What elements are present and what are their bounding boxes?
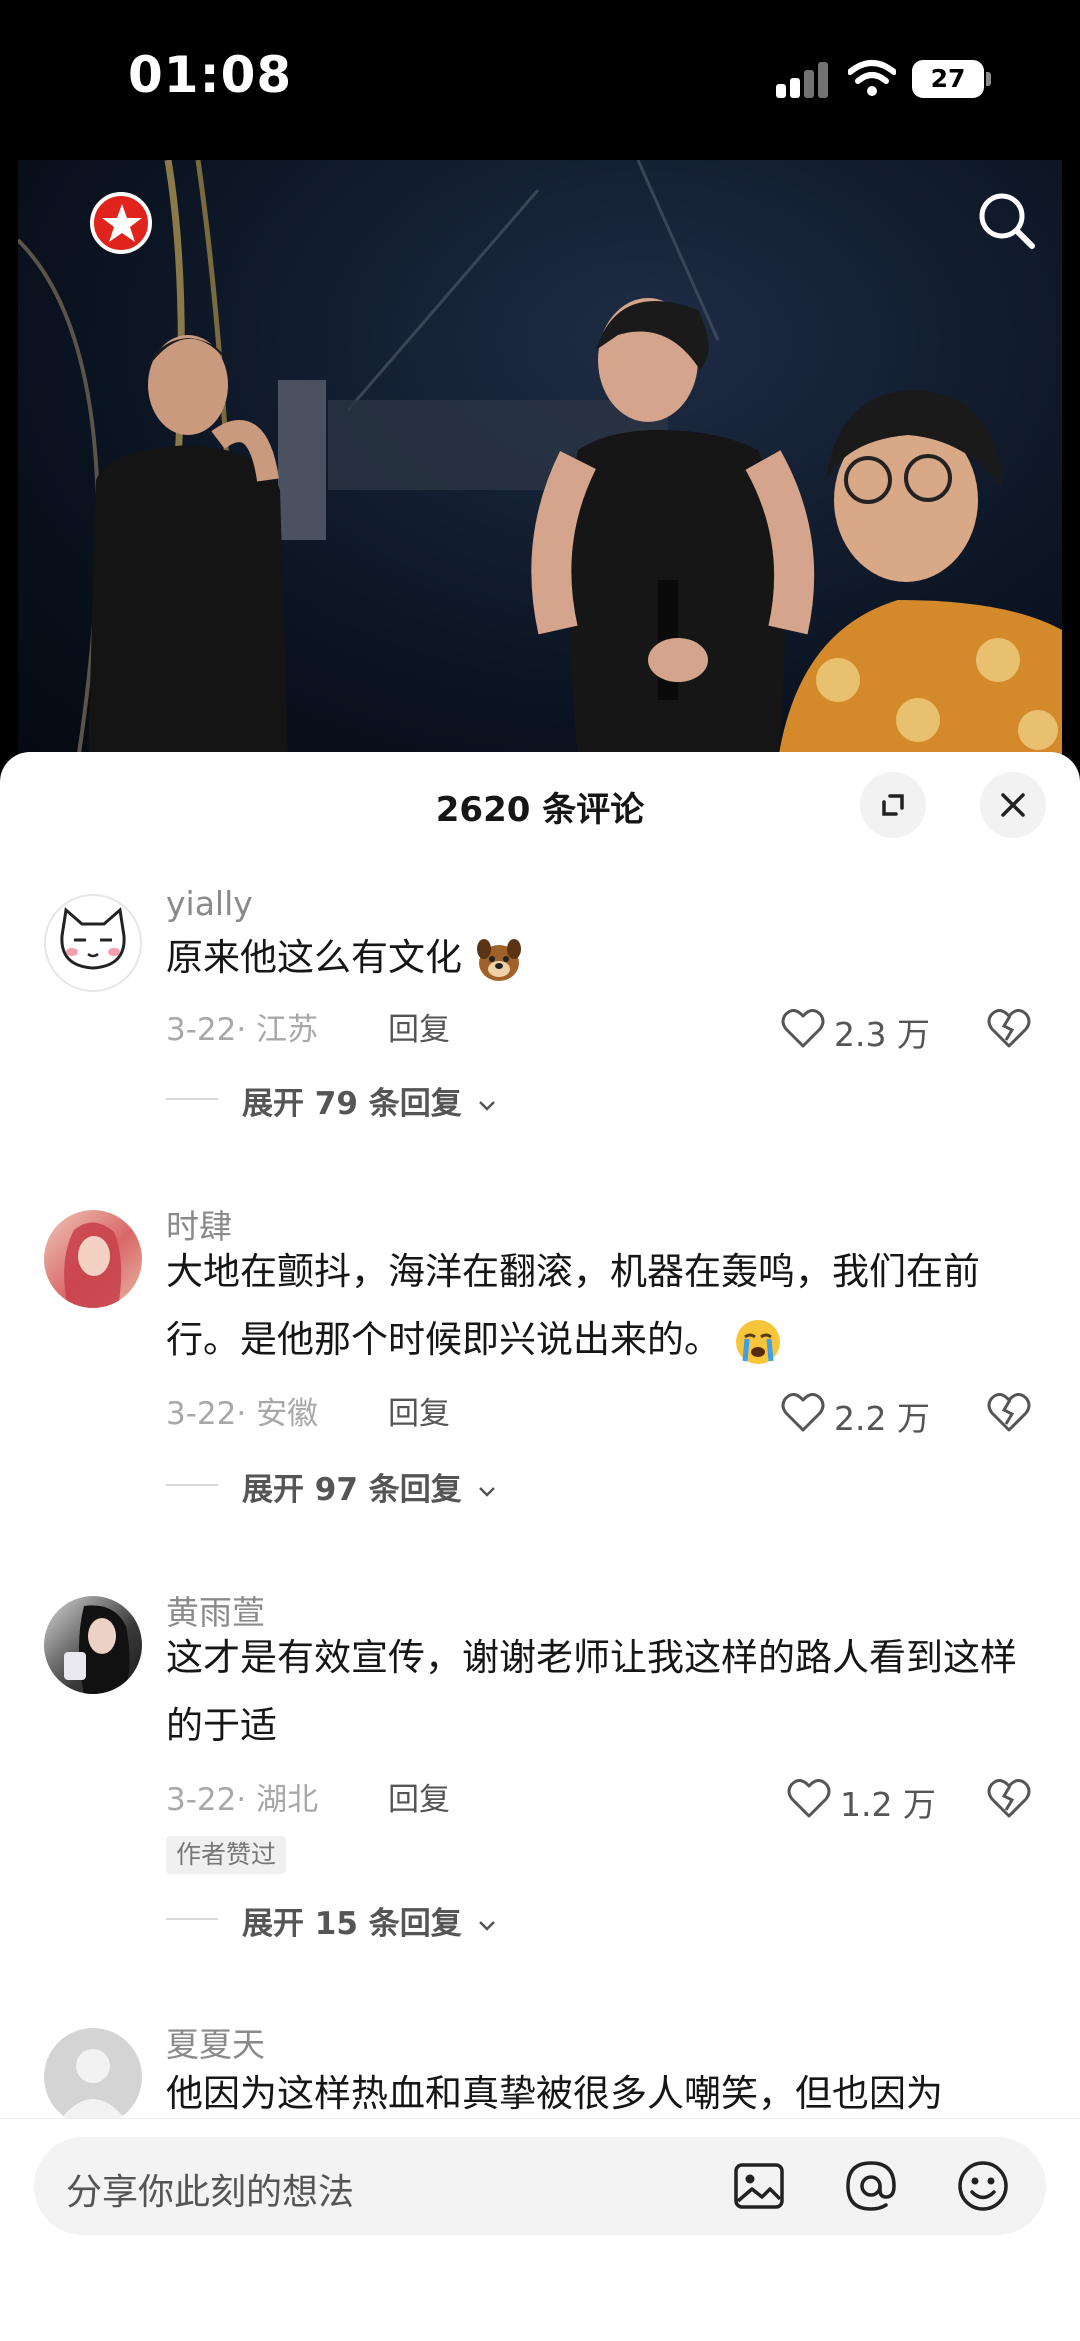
like-count: 2.2 万: [834, 1399, 930, 1438]
comment-text: 大地在颤抖，海洋在翻滚，机器在轰鸣，我们在前行。是他那个时候即兴说出来的。: [166, 1238, 1026, 1374]
comments-panel: 2620 条评论 yially 原来他这么有文化 3-22· 江苏 回复 2.3…: [0, 752, 1080, 2341]
like-count: 2.3 万: [834, 1015, 930, 1054]
crying-face-icon: [735, 1319, 780, 1364]
expand-replies-button[interactable]: 展开 15 条回复: [242, 1898, 497, 1943]
comment-date-location: 3-22· 安徽: [166, 1396, 319, 1432]
image-icon[interactable]: [728, 2155, 790, 2217]
comment-input[interactable]: 分享你此刻的想法: [34, 2137, 1046, 2235]
divider: [166, 1918, 218, 1920]
dislike-icon[interactable]: [986, 1776, 1032, 1820]
dislike-icon[interactable]: [986, 1006, 1032, 1050]
emoji-icon[interactable]: [952, 2155, 1014, 2217]
avatar[interactable]: [44, 894, 142, 992]
reply-button[interactable]: 回复: [388, 1388, 450, 1433]
heart-icon: [781, 1009, 825, 1048]
comment-date-location: 3-22· 湖北: [166, 1782, 319, 1818]
expand-replies-button[interactable]: 展开 97 条回复: [242, 1464, 497, 1509]
comment-item: 夏夏天 他因为这样热血和真挚被很多人嘲笑，但也因为: [0, 2018, 1080, 2128]
video-player[interactable]: [18, 160, 1062, 760]
comment-text: 这才是有效宣传，谢谢老师让我这样的路人看到这样的于适: [166, 1636, 1017, 1747]
search-icon[interactable]: [968, 182, 1048, 262]
comment-item: 时肆 大地在颤抖，海洋在翻滚，机器在轰鸣，我们在前行。是他那个时候即兴说出来的。…: [0, 1200, 1080, 1508]
comment-input-placeholder: 分享你此刻的想法: [66, 2172, 355, 2213]
comment-body: 原来他这么有文化: [166, 936, 462, 979]
default-avatar-icon: [60, 2049, 126, 2120]
chevron-down-icon: [478, 1100, 495, 1111]
chevron-down-icon: [478, 1920, 495, 1931]
comment-username[interactable]: 夏夏天: [166, 2018, 265, 2066]
heart-icon: [787, 1779, 831, 1818]
expand-replies-label: 展开 79 条回复: [242, 1086, 462, 1122]
wifi-icon: [848, 60, 896, 96]
status-bar: 01:08 27: [0, 0, 1080, 160]
comment-input-bar: 分享你此刻的想法: [0, 2118, 1080, 2341]
avatar[interactable]: [44, 1596, 142, 1694]
comment-item: yially 原来他这么有文化 3-22· 江苏 回复 2.3 万 展开 79 …: [0, 884, 1080, 1144]
comment-date-location: 3-22· 江苏: [166, 1012, 319, 1048]
comment-body: 大地在颤抖，海洋在翻滚，机器在轰鸣，我们在前行。是他那个时候即兴说出来的。: [166, 1250, 980, 1361]
expand-replies-label: 展开 15 条回复: [242, 1906, 462, 1942]
expand-replies-label: 展开 97 条回复: [242, 1472, 462, 1508]
comment-username[interactable]: yially: [166, 884, 253, 923]
reply-button[interactable]: 回复: [388, 1774, 450, 1819]
reply-button[interactable]: 回复: [388, 1004, 450, 1049]
dog-emoji-icon: [476, 938, 521, 981]
chevron-down-icon: [478, 1486, 495, 1497]
close-panel-button[interactable]: [980, 772, 1046, 838]
avatar[interactable]: [44, 2028, 142, 2126]
divider: [166, 1484, 218, 1486]
mention-icon[interactable]: [840, 2155, 902, 2217]
avatar[interactable]: [44, 1210, 142, 1308]
author-liked-badge: 作者赞过: [166, 1836, 287, 1874]
like-count: 1.2 万: [840, 1785, 936, 1824]
close-icon: [1001, 793, 1025, 817]
expand-replies-button[interactable]: 展开 79 条回复: [242, 1078, 497, 1123]
expand-panel-button[interactable]: [860, 772, 926, 838]
cellular-signal-icon: [776, 62, 836, 98]
comment-text: 原来他这么有文化: [166, 924, 1026, 992]
heart-icon: [781, 1393, 825, 1432]
status-time: 01:08: [128, 46, 293, 104]
dislike-icon[interactable]: [986, 1390, 1032, 1434]
battery-tip: [986, 72, 991, 86]
battery-indicator: 27: [912, 60, 984, 98]
comment-item: 黄雨萱 这才是有效宣传，谢谢老师让我这样的路人看到这样的于适 3-22· 湖北 …: [0, 1586, 1080, 1956]
divider: [166, 1098, 218, 1100]
video-frame: [18, 160, 1062, 760]
channel-logo-icon: [90, 192, 152, 254]
expand-icon: [882, 794, 904, 816]
